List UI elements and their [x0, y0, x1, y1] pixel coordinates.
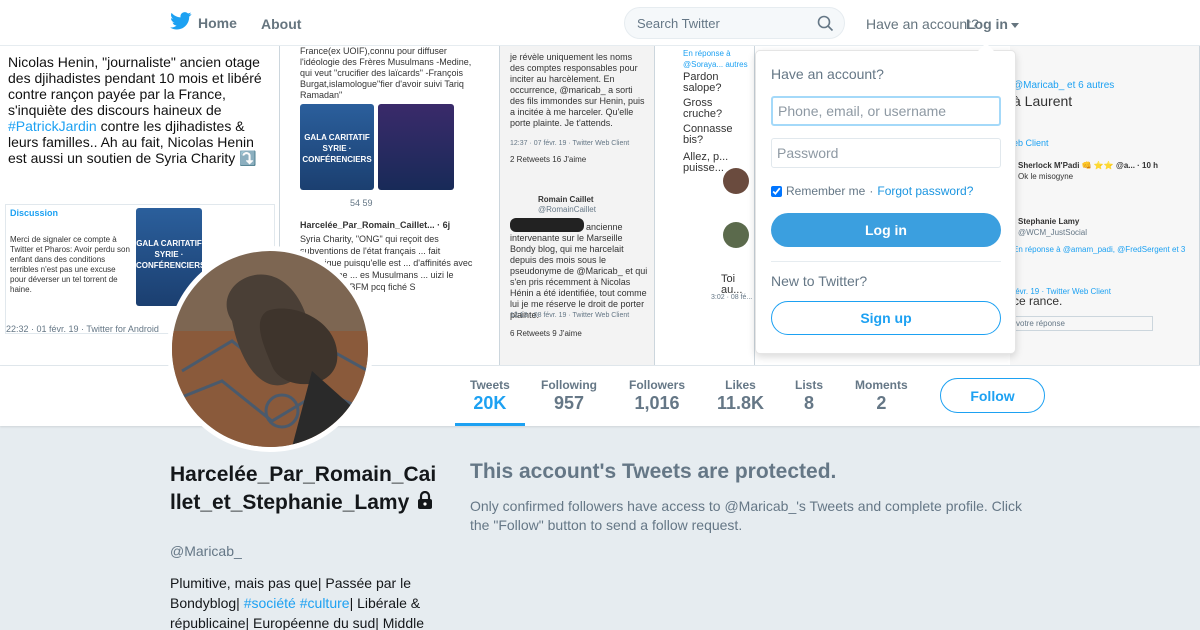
- stat-following-value: 957: [553, 393, 585, 413]
- stat-likes-label: Likes: [725, 378, 756, 392]
- protected-title: This account's Tweets are protected.: [470, 460, 837, 483]
- hashtag-societe-link[interactable]: #société: [244, 595, 296, 611]
- stat-following[interactable]: Following 957: [541, 378, 597, 414]
- new-to-twitter-text: New to Twitter?: [771, 273, 868, 289]
- gala-poster-image-left: GALA CARITATIF SYRIE · CONFÉRENCIERS: [300, 104, 374, 190]
- stat-lists[interactable]: Lists 8: [795, 378, 823, 414]
- nav-about-link[interactable]: About: [261, 16, 301, 32]
- banner-panel-5: @Maricab_ et 6 autres à Laurent eb Clien…: [1010, 46, 1200, 365]
- stat-tweets-value: 20K: [473, 393, 507, 413]
- stat-likes-value: 11.8K: [717, 393, 765, 413]
- stat-moments[interactable]: Moments 2: [855, 378, 908, 414]
- signup-button[interactable]: Sign up: [771, 301, 1001, 335]
- banner-panel-5-laurent: à Laurent: [1013, 93, 1073, 109]
- nav-home-link[interactable]: Home: [170, 12, 237, 33]
- have-account-text: Have an account?: [866, 16, 979, 32]
- top-navigation: Home About Have an account? Log in: [0, 0, 1200, 46]
- stat-tweets-label: Tweets: [470, 378, 510, 392]
- hashtag-culture-link[interactable]: #culture: [300, 595, 350, 611]
- search-box: [624, 7, 845, 39]
- login-toggle-label: Log in: [966, 16, 1008, 32]
- login-dropdown: Have an account? Remember me · Forgot pa…: [755, 43, 1016, 354]
- banner-panel-5-text: ce rance.: [1013, 294, 1063, 308]
- profile-avatar[interactable]: [167, 246, 373, 452]
- banner-panel-3-body: ancienne intervenante sur le Marseille B…: [510, 222, 648, 320]
- profile-handle[interactable]: @Maricab_: [170, 543, 242, 559]
- profile-name-text: Harcelée_Par_Romain_Caillet_et_Stephanie…: [170, 463, 437, 514]
- banner-panel-5-user-2-handle: @WCM_JustSocial: [1018, 228, 1088, 237]
- banner-panel-5-user-1-text: Ok le misogyne: [1018, 172, 1074, 181]
- protected-description: Only confirmed followers have access to …: [470, 498, 1022, 533]
- banner-panel-4-line-2: Gross cruche?: [683, 97, 723, 120]
- login-dropdown-title: Have an account?: [771, 66, 884, 82]
- banner-avatar-2: [723, 222, 749, 248]
- stat-followers-label: Followers: [629, 378, 686, 392]
- stat-likes[interactable]: Likes 11.8K: [717, 378, 764, 414]
- banner-panel-3-top-text: je révèle uniquement les noms des compte…: [510, 52, 645, 128]
- remember-me-checkbox[interactable]: [771, 185, 782, 197]
- caret-down-icon: [1011, 22, 1019, 28]
- banner-panel-3-meta: 12:37 · 07 févr. 19 · Twitter Web Client: [510, 140, 630, 147]
- stat-following-label: Following: [541, 378, 597, 392]
- banner-panel-4: En réponse à @Soraya... autres Pardon sa…: [655, 46, 755, 365]
- banner-panel-5-user-1: Sherlock M'Padi 👊 ⭐⭐ @a... · 10 h: [1018, 161, 1159, 170]
- stat-followers-value: 1,016: [634, 393, 680, 413]
- dropdown-divider: [771, 261, 1001, 262]
- forgot-password-link[interactable]: Forgot password?: [877, 184, 973, 198]
- lock-icon: [417, 489, 433, 517]
- banner-panel-2-counts: 54 59: [350, 198, 373, 208]
- banner-panel-3: je révèle uniquement les noms des compte…: [500, 46, 655, 365]
- nav-home-label: Home: [198, 14, 237, 31]
- login-dropdown-toggle[interactable]: Log in: [966, 16, 1019, 32]
- username-field[interactable]: [771, 96, 1001, 126]
- banner-panel-5-reply: En réponse à @amam_padi, @FredSergent et…: [1013, 245, 1186, 254]
- banner-panel-5-input: votre réponse: [1013, 316, 1153, 331]
- profile-bio: Plumitive, mais pas que| Passée par le B…: [170, 575, 425, 630]
- stat-tweets[interactable]: Tweets 20K: [455, 378, 525, 426]
- banner-panel-4-line-3: Connasse bis?: [683, 123, 733, 146]
- stat-moments-label: Moments: [855, 378, 908, 392]
- banner-panel-5-top: @Maricab_ et 6 autres: [1013, 80, 1115, 91]
- remember-me-label[interactable]: Remember me: [786, 184, 865, 198]
- banner-panel-5-client: eb Client: [1013, 138, 1049, 148]
- stat-lists-label: Lists: [795, 378, 824, 392]
- banner-panel-3-stats: 2 Retweets 16 J'aime: [510, 155, 587, 164]
- avatar-photo: [172, 251, 368, 447]
- gala-poster-image-right: [378, 104, 454, 190]
- banner-tweet-footer: 22:32 · 01 févr. 19 · Twitter for Androi…: [6, 324, 159, 334]
- remember-me-row: Remember me · Forgot password?: [771, 184, 973, 198]
- banner-panel-4-reply: En réponse à @Soraya... autres: [683, 49, 748, 69]
- twitter-bird-icon: [170, 12, 192, 33]
- banner-panel-5-meta: févr. 19 · Twitter Web Client: [1013, 287, 1111, 296]
- banner-tweet-text: Nicolas Henin, "journaliste" ancien otag…: [8, 54, 262, 166]
- search-icon[interactable]: [817, 15, 834, 37]
- banner-panel-3-meta-2: 12:13 · 08 févr. 19 · Twitter Web Client: [510, 312, 630, 319]
- follow-button[interactable]: Follow: [940, 378, 1045, 413]
- password-field[interactable]: [771, 138, 1001, 168]
- banner-panel-2-author: Harcelée_Par_Romain_Caillet... · 6j: [300, 220, 451, 230]
- login-button[interactable]: Log in: [771, 213, 1001, 247]
- quoted-tweet-text: Merci de signaler ce compte à Twitter et…: [10, 235, 130, 294]
- banner-panel-4-meta: 3:02 · 08 fé...: [711, 294, 753, 301]
- stat-lists-value: 8: [804, 393, 815, 413]
- banner-panel-3-handle: @RomainCaillet: [538, 205, 596, 214]
- discussion-label: Discussion: [10, 208, 59, 218]
- stat-followers[interactable]: Followers 1,016: [629, 378, 685, 414]
- banner-panel-3-stats-2: 6 Retweets 9 J'aime: [510, 329, 582, 338]
- banner-panel-2-top-text: France(ex UOIF),connu pour diffuser l'id…: [300, 46, 472, 100]
- stat-moments-value: 2: [876, 393, 887, 413]
- banner-panel-5-user-2: Stephanie Lamy: [1018, 217, 1080, 226]
- banner-panel-4-line-1: Pardon salope?: [683, 71, 722, 94]
- search-input[interactable]: [637, 16, 807, 31]
- banner-avatar-1: [723, 168, 749, 194]
- profile-name[interactable]: Harcelée_Par_Romain_Caillet_et_Stephanie…: [170, 461, 440, 517]
